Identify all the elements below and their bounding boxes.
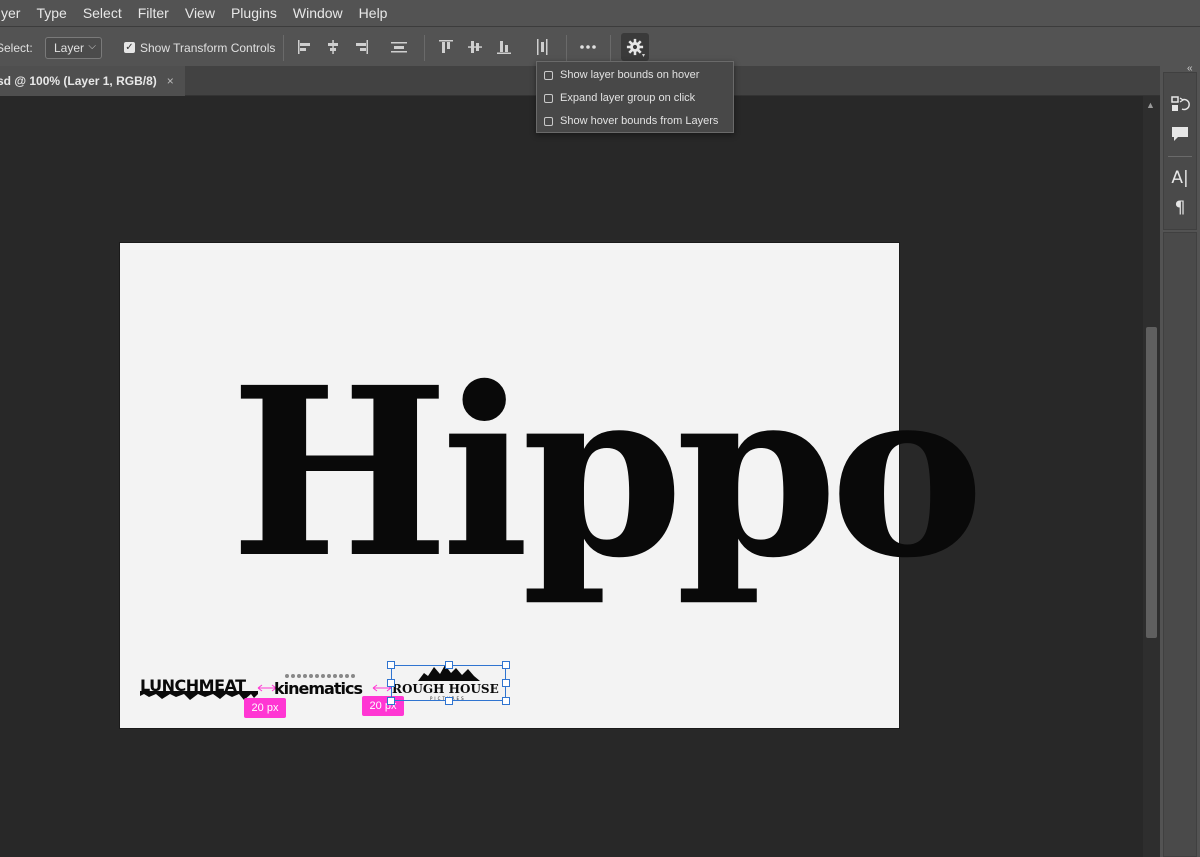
distribute-horizontal-icon[interactable] xyxy=(389,37,409,57)
auto-select-label: Select: xyxy=(0,41,33,55)
vertical-scrollbar[interactable]: ▲ xyxy=(1143,96,1160,857)
transform-handle[interactable] xyxy=(387,679,395,687)
hippo-headline[interactable]: Hippo xyxy=(230,313,985,633)
transform-handle[interactable] xyxy=(502,679,510,687)
lunchmeat-logo[interactable]: LUNCHMEAT xyxy=(140,673,258,703)
transform-handle[interactable] xyxy=(387,697,395,705)
transform-handle[interactable] xyxy=(387,661,395,669)
menu-plugins[interactable]: Plugins xyxy=(223,5,285,21)
document-tab[interactable]: sd @ 100% (Layer 1, RGB/8) × xyxy=(0,66,185,96)
more-options-icon[interactable] xyxy=(578,37,598,57)
history-panel-icon[interactable] xyxy=(1170,94,1190,114)
settings-menu: Show layer bounds on hover Expand layer … xyxy=(536,61,734,133)
kinematics-logo[interactable]: kinematics xyxy=(274,673,374,699)
menu-select[interactable]: Select xyxy=(75,5,130,21)
toolbar-separator xyxy=(610,35,611,61)
transform-handle[interactable] xyxy=(445,697,453,705)
checkbox[interactable] xyxy=(544,116,553,126)
kinematics-text: kinematics xyxy=(274,679,363,698)
toolbar-separator xyxy=(283,35,284,61)
option-label: Show layer bounds on hover xyxy=(560,69,700,81)
show-transform-label: Show Transform Controls xyxy=(140,41,276,55)
menu-help[interactable]: Help xyxy=(351,5,396,21)
toolbar-separator xyxy=(566,35,567,61)
transform-handle[interactable] xyxy=(502,661,510,669)
align-vertical-center-icon[interactable] xyxy=(465,37,485,57)
menu-window[interactable]: Window xyxy=(285,5,351,21)
transform-handle[interactable] xyxy=(445,661,453,669)
panel-dock-area xyxy=(1163,232,1197,857)
align-bottom-icon[interactable] xyxy=(494,37,514,57)
paragraph-panel-icon[interactable]: ¶ xyxy=(1170,198,1190,218)
menu-bar: yer Type Select Filter View Plugins Wind… xyxy=(0,0,1200,26)
document-tab-title: sd @ 100% (Layer 1, RGB/8) xyxy=(0,74,157,88)
selection-bounding-box[interactable] xyxy=(391,665,506,701)
checkbox[interactable] xyxy=(544,70,553,80)
scrollbar-thumb[interactable] xyxy=(1146,327,1157,638)
close-icon[interactable]: × xyxy=(167,74,174,88)
menu-layer[interactable]: yer xyxy=(0,5,28,21)
auto-select-value: Layer xyxy=(54,41,85,55)
options-bar: Select: Layer ⌵ ✓ Show Transform Control… xyxy=(0,26,1200,66)
right-panel-dock: « A| ¶ xyxy=(1160,63,1200,857)
auto-select-dropdown[interactable]: Layer ⌵ xyxy=(45,37,102,59)
align-top-icon[interactable] xyxy=(436,37,456,57)
drip-decoration xyxy=(140,691,258,700)
comments-panel-icon[interactable] xyxy=(1170,124,1190,144)
chevron-down-icon: ⌵ xyxy=(88,41,96,52)
checkbox[interactable] xyxy=(544,93,553,103)
menu-filter[interactable]: Filter xyxy=(130,5,177,21)
option-show-hover-bounds[interactable]: Show hover bounds from Layers xyxy=(544,112,718,130)
align-horizontal-center-icon[interactable] xyxy=(323,37,343,57)
menu-view[interactable]: View xyxy=(177,5,223,21)
character-panel-icon[interactable]: A| xyxy=(1170,168,1190,188)
settings-gear-button[interactable]: ▾ xyxy=(621,33,649,61)
caret-down-icon: ▾ xyxy=(642,53,646,59)
scroll-up-icon[interactable]: ▲ xyxy=(1146,100,1155,110)
menu-type[interactable]: Type xyxy=(28,5,74,21)
distribute-vertical-icon[interactable] xyxy=(532,37,552,57)
show-transform-checkbox[interactable]: ✓ xyxy=(124,42,135,53)
align-right-icon[interactable] xyxy=(351,37,371,57)
toolbar-separator xyxy=(424,35,425,61)
option-expand-layer-group[interactable]: Expand layer group on click xyxy=(544,89,695,107)
panel-divider xyxy=(1168,156,1192,157)
option-label: Expand layer group on click xyxy=(560,92,696,104)
option-show-layer-bounds[interactable]: Show layer bounds on hover xyxy=(544,66,699,84)
gap-measure-badge: 20 px xyxy=(244,698,286,718)
document-canvas[interactable]: Hippo LUNCHMEAT 20 px kinematics 20 px R… xyxy=(120,243,985,728)
align-left-icon[interactable] xyxy=(295,37,315,57)
transform-handle[interactable] xyxy=(502,697,510,705)
option-label: Show hover bounds from Layers xyxy=(560,115,719,127)
